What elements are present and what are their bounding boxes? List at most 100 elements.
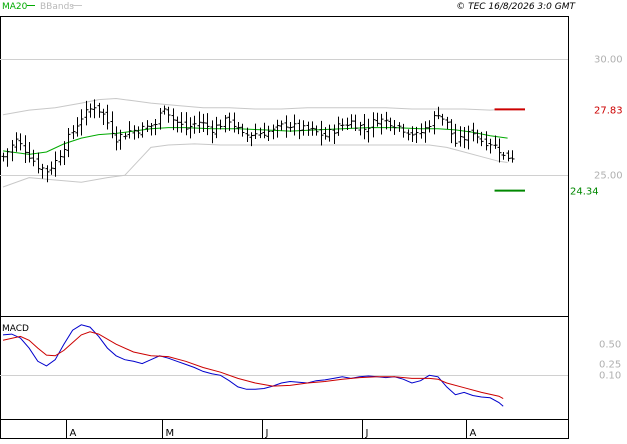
ohlc-bar: [192, 115, 197, 134]
ohlc-bar: [127, 121, 132, 139]
ohlc-bar: [75, 117, 80, 137]
signal-line: [2, 331, 504, 400]
ohlc-bar: [440, 113, 445, 126]
resistance-label: 27.83: [594, 105, 623, 116]
ohlc-bar: [79, 109, 84, 136]
bollinger-bands: [2, 97, 508, 188]
ohlc-bar: [179, 112, 184, 133]
ohlc-bar: [384, 111, 389, 130]
ohlc-bar: [162, 105, 167, 115]
ohlc-bar: [171, 108, 176, 131]
macd-y-ticks: 0.50 0.250.10: [599, 340, 621, 382]
ohlc-bar: [166, 106, 171, 123]
macd-lines: [2, 324, 504, 407]
ohlc-bar: [284, 115, 289, 138]
ohlc-bar: [493, 135, 498, 149]
ohlc-bar: [123, 132, 128, 140]
ohlc-bar: [301, 120, 306, 136]
month-label: J: [265, 428, 269, 439]
ohlc-bar: [379, 113, 384, 135]
ohlc-bar: [197, 111, 202, 134]
ohlc-bar: [18, 133, 23, 151]
ohlc-bar: [306, 121, 311, 136]
ohlc-bar: [245, 127, 250, 143]
ohlc-bar: [314, 125, 319, 136]
ohlc-bar: [458, 126, 463, 147]
ohlc-bar: [14, 132, 19, 152]
ohlc-bar: [279, 120, 284, 131]
ohlc-bar: [423, 121, 428, 143]
ohlc-bar: [36, 152, 41, 174]
ohlc-bar: [319, 120, 324, 146]
ohlc-bar: [406, 129, 411, 141]
ohlc-bar: [31, 149, 36, 167]
ohlc-bar: [419, 123, 424, 139]
month-label: J: [365, 428, 369, 439]
support-resistance-levels: 27.83 24.34: [494, 105, 623, 198]
macd-y-tick-label: 0.10: [599, 371, 621, 382]
ohlc-bar: [506, 150, 511, 162]
ohlc-bar: [262, 122, 267, 139]
ohlc-bar: [88, 103, 93, 118]
ohlc-bar: [223, 114, 228, 133]
ohlc-bar: [275, 119, 280, 138]
ohlc-bar: [427, 120, 432, 133]
bbands-legend: BBands: [40, 2, 74, 12]
ohlc-bar: [388, 117, 393, 132]
ohlc-bar: [497, 138, 502, 163]
ohlc-bar: [158, 108, 163, 130]
price-y-ticks: 30.00 25.00: [594, 55, 623, 182]
ohlc-bar: [27, 142, 32, 163]
ohlc-bar: [110, 111, 115, 139]
ohlc-bar: [132, 125, 137, 140]
stock-chart: MA20 BBands © TEC 16/8/2026 3:0 GMT 30.0…: [0, 0, 627, 440]
ohlc-bar: [371, 112, 376, 138]
ohlc-bar: [232, 112, 237, 133]
ohlc-bar: [145, 120, 150, 132]
ohlc-bar: [40, 163, 45, 179]
price-y-tick-label: 25.00: [594, 171, 623, 182]
ohlc-bar: [10, 139, 15, 162]
ohlc-bar: [453, 123, 458, 147]
ohlc-bar: [49, 161, 54, 175]
ohlc-bar: [288, 122, 293, 132]
ohlc-bar: [205, 113, 210, 136]
price-y-tick-label: 30.00: [594, 55, 623, 66]
copyright-notice: © TEC 16/8/2026 3:0 GMT: [456, 2, 576, 12]
month-label: M: [166, 428, 175, 439]
ma-legend: MA20: [2, 2, 28, 12]
ohlc-bar: [510, 150, 515, 163]
ohlc-bar: [136, 126, 141, 139]
ohlc-bar: [475, 129, 480, 144]
ohlc-bar: [114, 126, 119, 151]
ohlc-bar: [501, 152, 506, 160]
ohlc-bar: [462, 126, 467, 149]
ohlc-bar: [484, 131, 489, 151]
ohlc-bar: [349, 114, 354, 129]
ohlc-bars: [1, 99, 515, 183]
macd-y-tick-label: 0.25: [599, 360, 621, 371]
ohlc-bar: [214, 116, 219, 139]
ohlc-bar: [336, 116, 341, 136]
ohlc-bar: [266, 125, 271, 141]
ohlc-bar: [153, 118, 158, 136]
ohlc-bar: [240, 123, 245, 137]
ohlc-bar: [210, 120, 215, 144]
ohlc-bar: [218, 119, 223, 130]
month-axis: AMJJA: [66, 420, 477, 439]
ohlc-bar: [97, 102, 102, 118]
ohlc-bar: [236, 122, 241, 135]
ohlc-bar: [297, 119, 302, 140]
ohlc-bar: [366, 118, 371, 143]
ohlc-bar: [488, 138, 493, 154]
ohlc-bar: [53, 151, 58, 177]
ohlc-bar: [362, 114, 367, 140]
ohlc-bar: [201, 113, 206, 133]
ohlc-bar: [292, 114, 297, 136]
ohlc-bar: [332, 124, 337, 144]
macd-y-tick-label: 0.50: [599, 340, 621, 351]
macd-line: [2, 324, 504, 407]
bb-upper-line: [2, 97, 508, 116]
ohlc-bar: [184, 112, 189, 136]
ohlc-bar: [249, 132, 254, 147]
